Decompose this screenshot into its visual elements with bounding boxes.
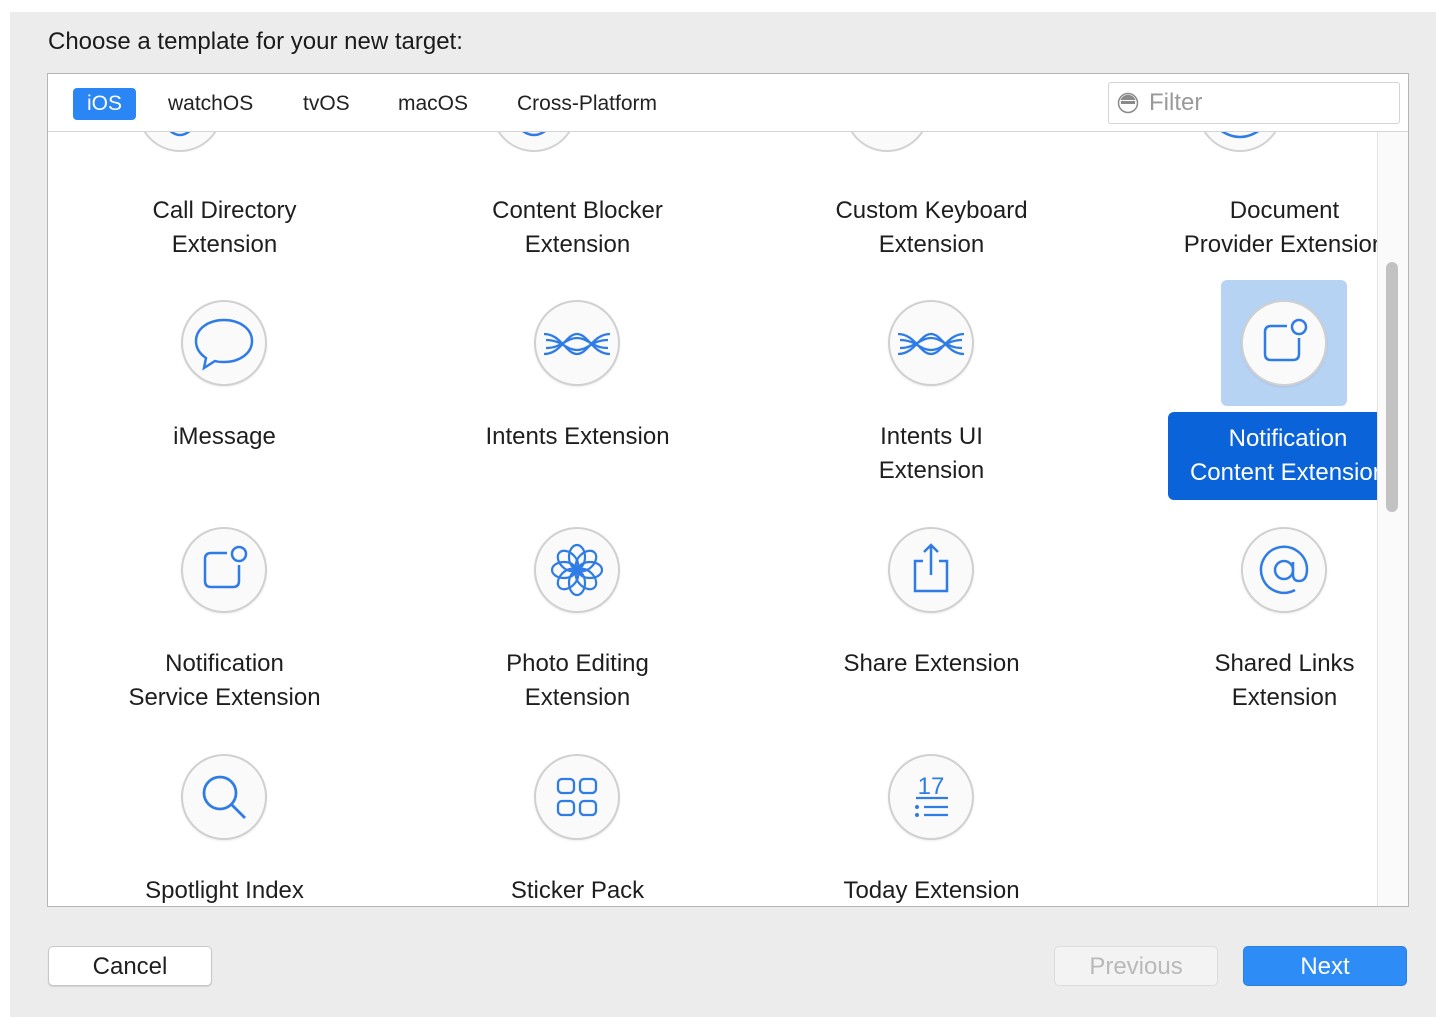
cancel-button[interactable]: Cancel [48, 946, 212, 986]
template-grid: Call Directory Extension Content Blocker… [48, 74, 1408, 906]
today-calendar-date: 17 [918, 773, 945, 800]
template-label: Share Extension [843, 650, 1020, 677]
today-calendar-icon: 17 [888, 754, 974, 840]
tab-cross-platform[interactable]: Cross-Platform [503, 88, 671, 120]
intents-waves-icon [534, 300, 620, 386]
template-label: Today Extension [843, 877, 1020, 904]
template-label: Notification Service Extension [128, 650, 321, 711]
template-label: Notification Content Extension [1168, 412, 1408, 500]
template-label: Shared Links Extension [1214, 650, 1355, 711]
vertical-scrollbar[interactable] [1377, 132, 1408, 906]
notification-icon [181, 527, 267, 613]
previous-button[interactable]: Previous [1054, 946, 1218, 986]
template-label: Spotlight Index [145, 877, 304, 904]
intents-waves-icon [888, 300, 974, 386]
filter-input[interactable] [1149, 87, 1389, 119]
template-label: iMessage [173, 423, 276, 450]
flower-icon [534, 527, 620, 613]
magnifier-icon [181, 754, 267, 840]
tab-tvos[interactable]: tvOS [289, 88, 364, 120]
notification-icon [1241, 300, 1327, 386]
tab-watchos[interactable]: watchOS [154, 88, 267, 120]
template-label: Intents Extension [485, 423, 670, 450]
template-chooser-sheet: Choose a template for your new target: C… [10, 12, 1436, 1017]
template-label: Document Provider Extension [1183, 197, 1386, 258]
filter-icon [1117, 92, 1139, 114]
template-label: Call Directory Extension [152, 197, 297, 258]
tab-macos[interactable]: macOS [384, 88, 482, 120]
share-icon [888, 527, 974, 613]
template-label: Content Blocker Extension [492, 197, 663, 258]
platform-tab-bar: iOS watchOS tvOS macOS Cross-Platform [48, 74, 1408, 132]
dialog-prompt: Choose a template for your new target: [48, 28, 463, 55]
template-label: Sticker Pack [510, 877, 645, 904]
template-label: Custom Keyboard Extension [835, 197, 1028, 258]
selection-highlight [1221, 280, 1347, 406]
at-sign-icon [1241, 527, 1327, 613]
filter-field[interactable] [1108, 82, 1400, 124]
template-label: Photo Editing Extension [506, 650, 649, 711]
next-button[interactable]: Next [1243, 946, 1407, 986]
sticker-grid-icon [534, 754, 620, 840]
scrollbar-thumb[interactable] [1386, 262, 1398, 512]
tab-ios[interactable]: iOS [73, 88, 137, 120]
speech-bubble-icon [181, 300, 267, 386]
template-panel: Call Directory Extension Content Blocker… [47, 73, 1409, 907]
template-label: Intents UI Extension [878, 423, 985, 484]
